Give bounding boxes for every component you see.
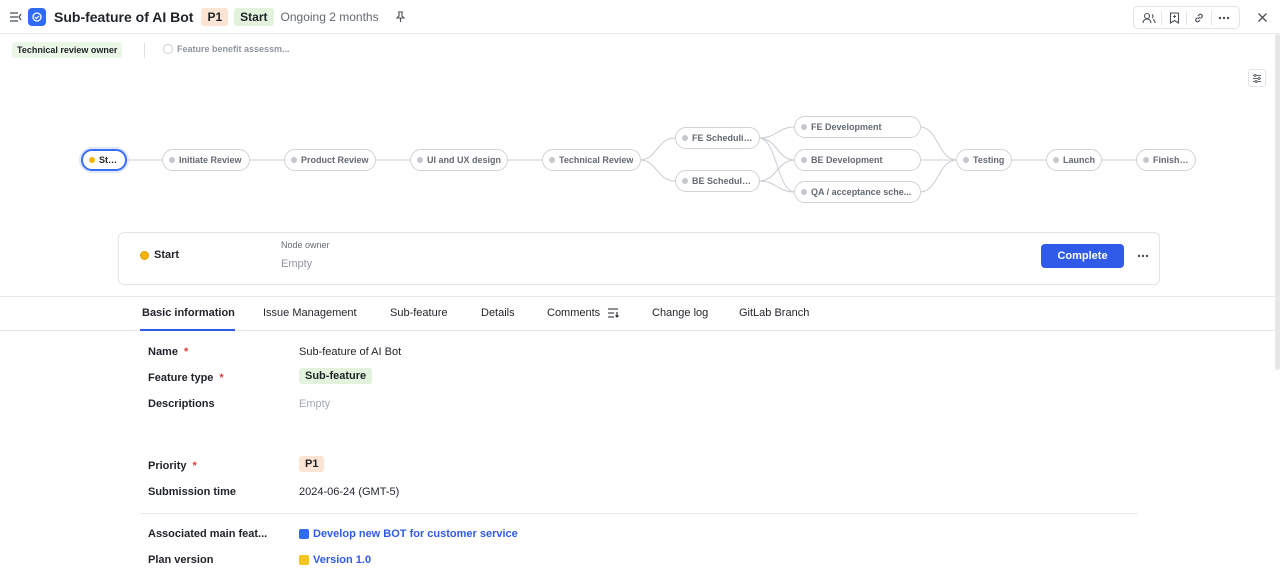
feature-square-icon	[299, 529, 309, 539]
assessment-label: Feature benefit assessm...	[177, 44, 290, 54]
plan-version-label: Plan version	[148, 554, 214, 566]
current-node-name: Start	[140, 249, 179, 261]
flow-node-be-development[interactable]: BE Development	[794, 149, 921, 171]
more-icon[interactable]	[1133, 246, 1153, 266]
members-icon[interactable]	[1137, 8, 1161, 28]
status-dot-icon	[140, 250, 149, 260]
node-owner-label: Node owner	[281, 240, 330, 250]
feature-benefit-assessment[interactable]: Feature benefit assessm...	[163, 44, 290, 54]
vertical-scrollbar[interactable]	[1275, 34, 1280, 370]
header-actions	[1133, 6, 1240, 29]
status-dot-icon	[89, 157, 95, 163]
bookmark-icon[interactable]	[1162, 8, 1186, 28]
status-dot-icon	[549, 157, 555, 163]
tab-details[interactable]: Details	[481, 307, 515, 319]
active-tab-indicator	[140, 329, 235, 331]
name-label: Name *	[148, 346, 189, 358]
flow-node-initiate-review[interactable]: Initiate Review	[162, 149, 250, 171]
feature-type-label: Feature type *	[148, 372, 224, 384]
status-duration: Ongoing 2 months	[280, 10, 379, 24]
associated-main-feature-link[interactable]: Develop new BOT for customer service	[299, 528, 518, 540]
flow-settings-icon[interactable]	[1248, 69, 1266, 87]
status-dot-icon	[1143, 157, 1149, 163]
sidebar-toggle-icon[interactable]	[6, 7, 26, 27]
status-dot-icon	[417, 157, 423, 163]
tab-issue-management[interactable]: Issue Management	[263, 307, 357, 319]
feature-app-icon	[28, 8, 46, 26]
status-dot-icon	[682, 135, 688, 141]
technical-review-owner-tag[interactable]: Technical review owner	[12, 42, 123, 58]
link-icon[interactable]	[1187, 8, 1211, 28]
status-dot-icon	[682, 178, 688, 184]
divider	[140, 513, 1138, 514]
priority-label: Priority *	[148, 460, 197, 472]
close-icon[interactable]	[1252, 7, 1272, 27]
complete-button[interactable]: Complete	[1041, 244, 1124, 268]
divider	[144, 43, 145, 58]
detail-tabs: Basic information Issue Management Sub-f…	[0, 296, 1280, 331]
node-owner-field[interactable]: Empty	[281, 258, 312, 270]
flow-node-product-review[interactable]: Product Review	[284, 149, 376, 171]
pin-icon[interactable]	[391, 7, 411, 27]
tab-basic-information[interactable]: Basic information	[142, 307, 235, 319]
status-dot-icon	[801, 157, 807, 163]
flow-node-fe-development[interactable]: FE Development	[794, 116, 921, 138]
page-title: Sub-feature of AI Bot	[54, 9, 194, 25]
checkbox-circle-icon	[163, 44, 173, 54]
flow-node-launch[interactable]: Launch	[1046, 149, 1102, 171]
version-square-icon	[299, 555, 309, 565]
flow-node-technical-review[interactable]: Technical Review	[542, 149, 641, 171]
flow-node-testing[interactable]: Testing	[956, 149, 1012, 171]
flow-node-qa-acceptance[interactable]: QA / acceptance sche...	[794, 181, 921, 203]
status-dot-icon	[169, 157, 175, 163]
associated-main-feature-label: Associated main feat...	[148, 528, 268, 540]
priority-tag[interactable]: P1	[201, 8, 229, 26]
flow-node-finished[interactable]: Finished	[1136, 149, 1196, 171]
flow-node-ui-ux-design[interactable]: UI and UX design	[410, 149, 508, 171]
status-dot-icon	[291, 157, 297, 163]
tab-gitlab-branch[interactable]: GitLab Branch	[739, 307, 809, 319]
more-icon[interactable]	[1212, 8, 1236, 28]
tab-comments[interactable]: Comments	[547, 307, 620, 319]
flow-node-fe-scheduling[interactable]: FE Scheduling	[675, 127, 760, 149]
tab-change-log[interactable]: Change log	[652, 307, 708, 319]
submission-time-value[interactable]: 2024-06-24 (GMT-5)	[299, 486, 399, 498]
sort-list-icon[interactable]	[607, 308, 620, 318]
current-node-card: Start Node owner Empty Complete	[118, 232, 1160, 285]
descriptions-value[interactable]: Empty	[299, 398, 330, 410]
tab-sub-feature[interactable]: Sub-feature	[390, 307, 447, 319]
plan-version-link[interactable]: Version 1.0	[299, 554, 371, 566]
name-value[interactable]: Sub-feature of AI Bot	[299, 346, 401, 358]
status-tag[interactable]: Start	[234, 8, 274, 26]
status-dot-icon	[801, 189, 807, 195]
flow-node-be-scheduling[interactable]: BE Scheduling	[675, 170, 760, 192]
status-dot-icon	[1053, 157, 1059, 163]
status-dot-icon	[963, 157, 969, 163]
header-left: Sub-feature of AI Bot P1 Start Ongoing 2…	[6, 7, 411, 27]
detail-header: Sub-feature of AI Bot P1 Start Ongoing 2…	[0, 0, 1280, 34]
status-dot-icon	[801, 124, 807, 130]
flow-node-start[interactable]: Start	[81, 149, 127, 171]
submission-time-label: Submission time	[148, 486, 237, 498]
feature-type-value[interactable]: Sub-feature	[299, 368, 373, 384]
priority-value[interactable]: P1	[299, 456, 325, 472]
descriptions-label: Descriptions	[148, 398, 215, 410]
